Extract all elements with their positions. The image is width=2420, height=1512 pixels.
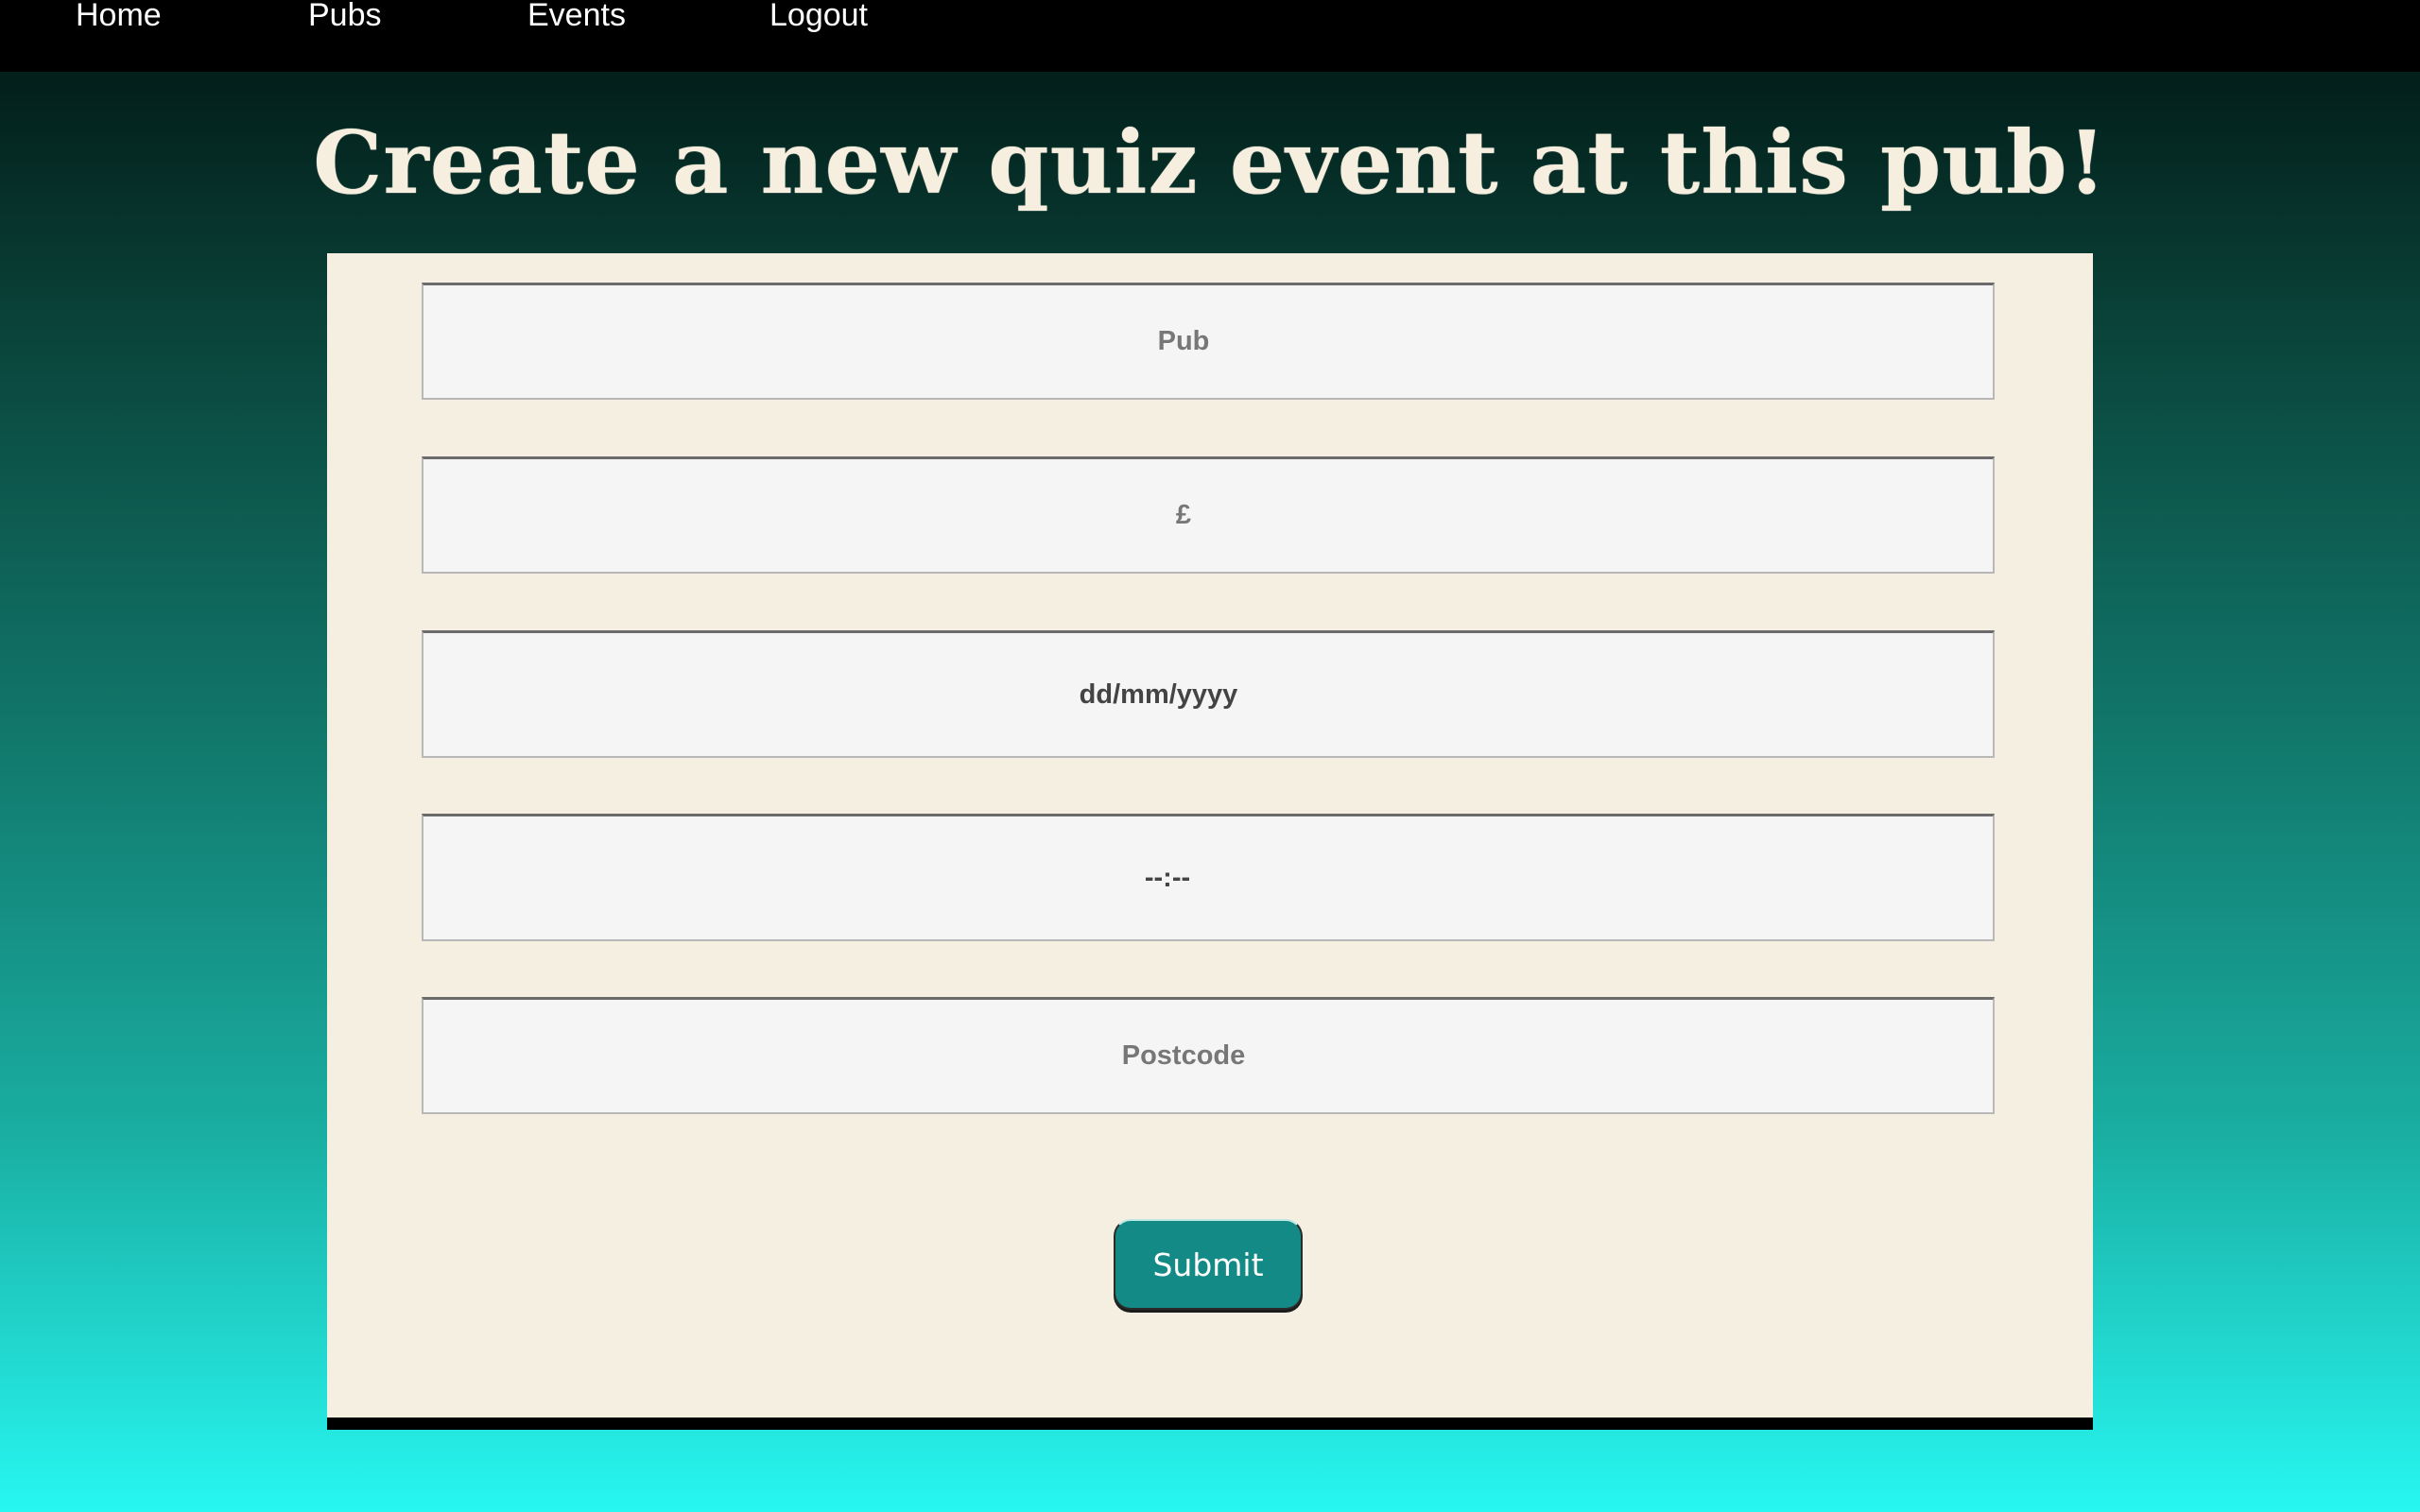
- postcode-input-placeholder: Postcode: [1121, 1040, 1246, 1071]
- create-event-form: Pub £ dd/mm/yyyy --:-- Postcode Submit: [327, 253, 2093, 1430]
- nav-link-events[interactable]: Events: [527, 0, 626, 36]
- top-navbar: Home Pubs Events Logout: [0, 0, 2420, 72]
- pub-input-placeholder: Pub: [1157, 326, 1210, 356]
- price-input[interactable]: £: [422, 456, 1995, 574]
- pub-input[interactable]: Pub: [422, 283, 1995, 400]
- page-title: Create a new quiz event at this pub!: [313, 112, 2107, 214]
- date-input-format: dd/mm/yyyy: [1079, 679, 1238, 710]
- time-input[interactable]: --:--: [422, 814, 1995, 941]
- date-input[interactable]: dd/mm/yyyy: [422, 630, 1995, 758]
- nav-link-pubs[interactable]: Pubs: [308, 0, 382, 36]
- nav-link-logout[interactable]: Logout: [769, 0, 868, 36]
- submit-button[interactable]: Submit: [1114, 1219, 1303, 1310]
- postcode-input[interactable]: Postcode: [422, 997, 1995, 1114]
- price-input-placeholder: £: [1175, 500, 1192, 530]
- time-input-format: --:--: [1144, 862, 1191, 893]
- nav-link-home[interactable]: Home: [76, 0, 162, 36]
